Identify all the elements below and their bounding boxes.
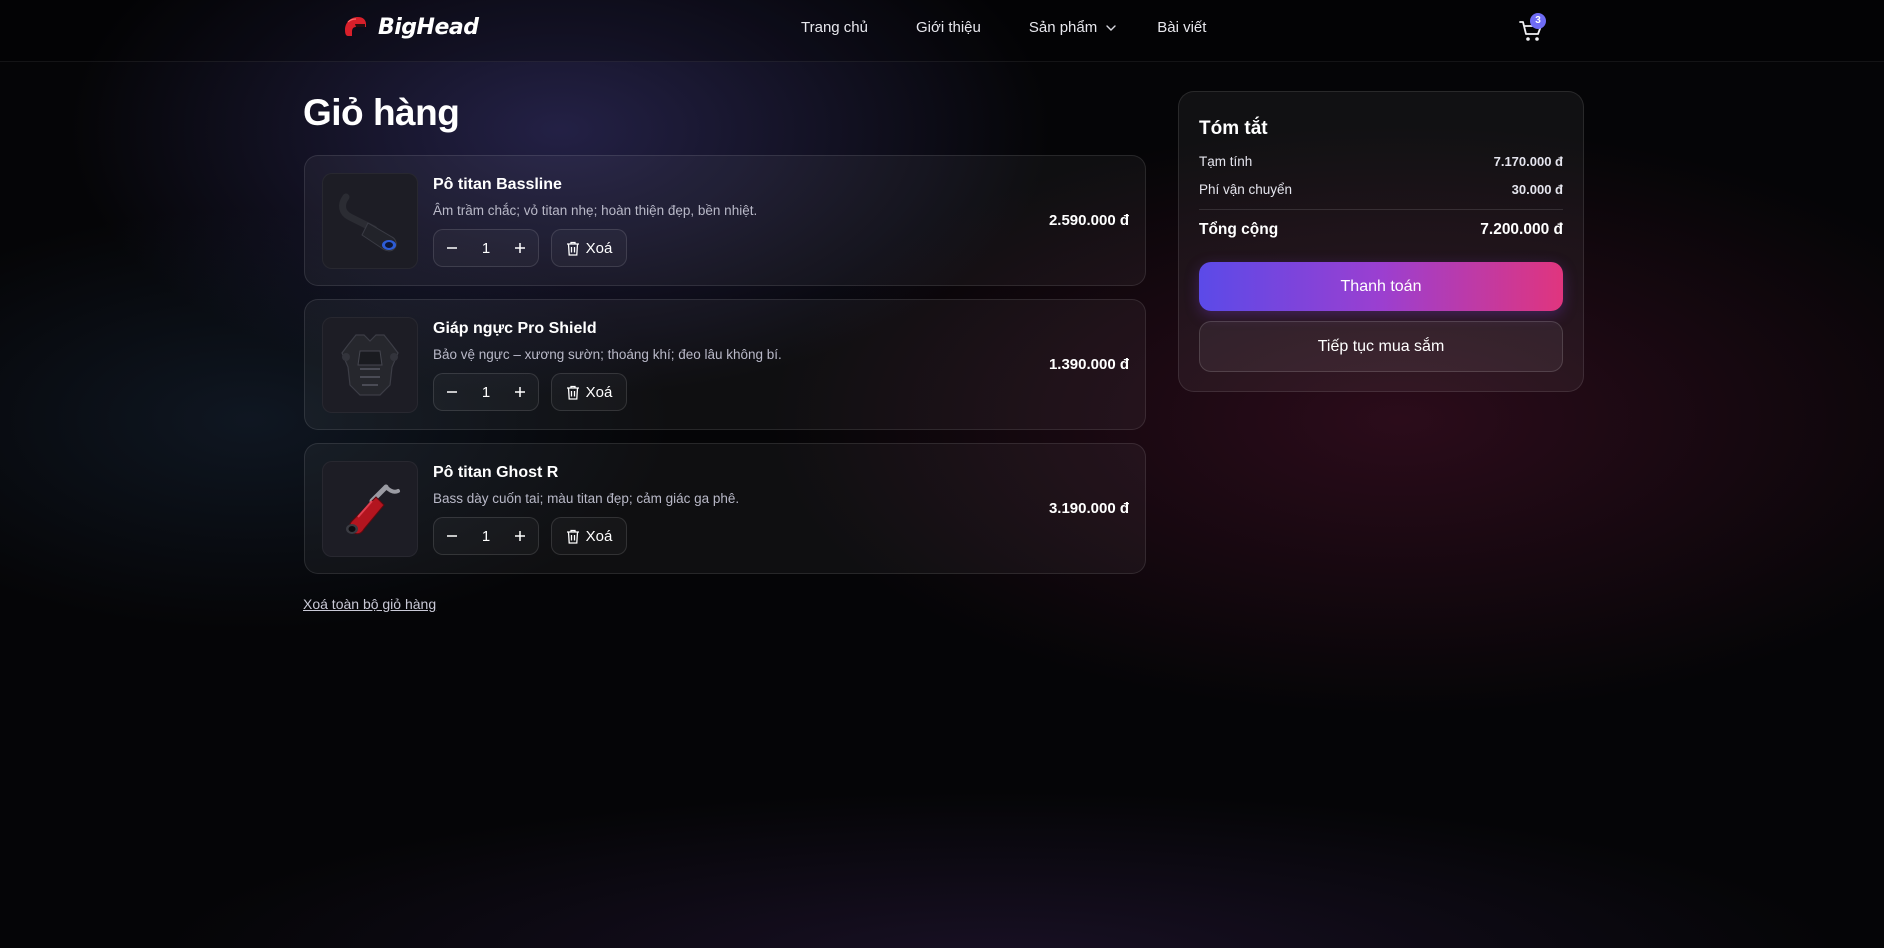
item-price: 1.390.000 đ — [1048, 356, 1129, 373]
summary-divider — [1199, 209, 1563, 210]
product-thumbnail[interactable] — [322, 461, 418, 557]
increase-button[interactable] — [510, 382, 530, 402]
exhaust-black-icon — [339, 193, 397, 252]
brand-logo[interactable]: BigHead — [342, 14, 479, 40]
minus-icon — [447, 391, 457, 393]
delete-item-button[interactable]: Xoá — [551, 517, 627, 555]
chevron-down-icon — [1106, 24, 1116, 31]
order-summary-panel: Tóm tắt Tạm tính 7.170.000 đ Phí vận chu… — [1178, 91, 1584, 392]
quantity-stepper: 1 — [433, 517, 539, 555]
total-label: Tổng cộng — [1199, 221, 1279, 238]
decrease-button[interactable] — [442, 382, 462, 402]
subtotal-label: Tạm tính — [1199, 154, 1253, 169]
decrease-button[interactable] — [442, 526, 462, 546]
nav-item-products[interactable]: Sản phẩm — [1029, 19, 1117, 36]
trash-icon — [566, 385, 579, 400]
page-title: Giỏ hàng — [303, 92, 460, 133]
shipping-label: Phí vận chuyển — [1199, 182, 1293, 197]
cart-count-badge: 3 — [1530, 13, 1546, 29]
quantity-stepper: 1 — [433, 373, 539, 411]
plus-icon — [515, 531, 525, 541]
chest-armor-icon — [341, 334, 399, 396]
summary-title: Tóm tắt — [1199, 118, 1268, 139]
minus-icon — [447, 247, 457, 249]
item-description: Bass dày cuốn tai; màu titan đẹp; cảm gi… — [433, 491, 740, 506]
exhaust-red-icon — [346, 484, 400, 535]
total-row: Tổng cộng 7.200.000 đ — [1199, 221, 1563, 239]
shipping-row: Phí vận chuyển 30.000 đ — [1199, 182, 1563, 197]
minus-icon — [447, 535, 457, 537]
cart-item: Giáp ngực Pro Shield Bảo vệ ngực – xương… — [304, 299, 1146, 430]
delete-item-button[interactable]: Xoá — [551, 229, 627, 267]
shipping-value: 30.000 đ — [1511, 182, 1563, 197]
continue-shopping-button[interactable]: Tiếp tục mua sắm — [1199, 321, 1563, 372]
nav-item-products-label: Sản phẩm — [1028, 19, 1098, 36]
quantity-value[interactable]: 1 — [482, 240, 490, 257]
cart-button[interactable]: 3 — [1518, 13, 1546, 42]
plus-icon — [515, 243, 525, 253]
trash-icon — [566, 241, 579, 256]
delete-label: Xoá — [585, 383, 613, 401]
delete-item-button[interactable]: Xoá — [551, 373, 627, 411]
product-thumbnail[interactable] — [322, 317, 418, 413]
increase-button[interactable] — [510, 526, 530, 546]
plus-icon — [515, 387, 525, 397]
top-header: BigHead Trang chủ Giới thiệu Sản phẩm Bà… — [0, 0, 1884, 62]
item-name[interactable]: Giáp ngực Pro Shield — [433, 320, 597, 338]
clear-cart-link[interactable]: Xoá toàn bộ giỏ hàng — [303, 596, 436, 612]
total-value: 7.200.000 đ — [1480, 221, 1563, 238]
subtotal-value: 7.170.000 đ — [1493, 154, 1563, 169]
product-thumbnail[interactable] — [322, 173, 418, 269]
cart-item: Pô titan Bassline Âm trầm chắc; vỏ titan… — [304, 155, 1146, 286]
main-nav: Trang chủ Giới thiệu Sản phẩm Bài viết — [801, 19, 1206, 36]
quantity-stepper: 1 — [433, 229, 539, 267]
trash-icon — [566, 529, 579, 544]
delete-label: Xoá — [585, 527, 613, 545]
brand-name: BigHead — [378, 14, 479, 40]
item-price: 3.190.000 đ — [1048, 500, 1129, 517]
increase-button[interactable] — [510, 238, 530, 258]
nav-item-home[interactable]: Trang chủ — [801, 19, 868, 36]
item-price: 2.590.000 đ — [1048, 212, 1129, 229]
item-name[interactable]: Pô titan Ghost R — [433, 464, 558, 482]
subtotal-row: Tạm tính 7.170.000 đ — [1199, 154, 1563, 169]
item-description: Âm trầm chắc; vỏ titan nhẹ; hoàn thiện đ… — [433, 203, 758, 218]
nav-item-blog[interactable]: Bài viết — [1157, 19, 1206, 36]
item-name[interactable]: Pô titan Bassline — [433, 176, 562, 194]
quantity-value[interactable]: 1 — [482, 528, 490, 545]
checkout-button[interactable]: Thanh toán — [1199, 262, 1563, 311]
nav-item-about[interactable]: Giới thiệu — [916, 19, 981, 36]
quantity-value[interactable]: 1 — [482, 384, 490, 401]
item-description: Bảo vệ ngực – xương sườn; thoáng khí; đe… — [433, 347, 782, 362]
helmet-logo-icon — [345, 17, 366, 36]
delete-label: Xoá — [585, 239, 613, 257]
cart-item: Pô titan Ghost R Bass dày cuốn tai; màu … — [304, 443, 1146, 574]
decrease-button[interactable] — [442, 238, 462, 258]
